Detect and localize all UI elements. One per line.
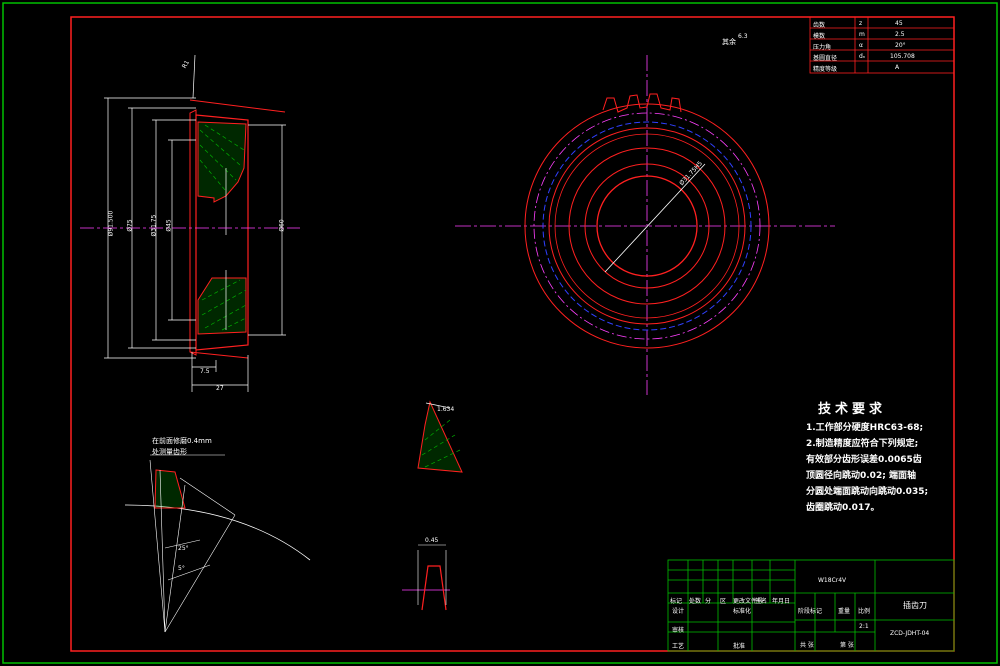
tb-material: W18Cr4V — [818, 577, 847, 584]
param-sym-1: z — [859, 20, 863, 27]
tb-h4: 区 — [720, 598, 727, 605]
tb-h3: 分 — [705, 598, 712, 605]
tb-part-name: 插齿刀 — [903, 601, 927, 610]
dim-ang: 25° — [178, 545, 189, 552]
param-name-4: 基圆直径 — [813, 55, 838, 62]
dim-d2: Ø75 — [126, 219, 134, 232]
dim-d1: Ø91.500 — [107, 210, 115, 237]
tb-h7: 年月日 — [772, 598, 791, 605]
param-sym-4: dₙ — [859, 53, 866, 60]
tech-req-line-2: 2.制造精度应符合下列规定; — [806, 439, 919, 449]
dim-d4: Ø45 — [165, 219, 173, 232]
param-name-5: 精度等级 — [813, 66, 838, 73]
param-sym-3: α — [859, 42, 863, 49]
tb-standard: 标准化 — [733, 608, 752, 615]
param-sym-2: m — [859, 31, 865, 38]
param-name-2: 模数 — [813, 33, 826, 40]
roughness-other: 其余 — [722, 38, 736, 46]
tb-total: 共 张 — [800, 642, 814, 649]
tech-req-line-1: 1.工作部分硬度HRC63-68; — [806, 423, 924, 433]
tb-h2: 处数 — [689, 598, 702, 605]
tb-drawing-no: ZCD-JDHT-04 — [890, 630, 930, 637]
param-name-3: 压力角 — [813, 44, 832, 51]
tb-stage: 阶段标记 — [798, 608, 823, 615]
tb-ratio: 比例 — [858, 608, 871, 615]
section-note-1: 在前面修磨0.4mm — [152, 437, 212, 445]
dim-ang2: 5° — [178, 565, 185, 572]
tb-process: 工艺 — [672, 643, 685, 650]
tech-req-title: 技术要求 — [818, 402, 887, 417]
tb-sheet: 第 张 — [840, 642, 854, 649]
param-val-4: 105.708 — [890, 53, 915, 60]
drawing-canvas — [2, 2, 998, 664]
dim-d5: Ø60 — [278, 219, 286, 232]
dim-w2: 7.5 — [200, 368, 210, 375]
front-view — [455, 55, 835, 395]
param-val-5: A — [895, 64, 900, 71]
layout-sketch — [124, 454, 311, 633]
tb-h6: 签名 — [755, 598, 768, 605]
dim-tooth: 1.634 — [437, 406, 455, 413]
param-val-3: 20° — [895, 42, 906, 49]
tech-req-line-5: 分圆处端面跳动向跳动0.035; — [806, 487, 929, 497]
tb-review: 审核 — [672, 627, 685, 634]
tb-approve: 批准 — [733, 643, 746, 650]
param-name-1: 齿数 — [813, 22, 826, 29]
tb-h1: 标记 — [670, 598, 683, 605]
tooth-profile — [402, 544, 450, 611]
param-val-2: 2.5 — [895, 31, 905, 38]
tech-req-line-4: 顶圆径向跳动0.02; 端面轴 — [806, 471, 916, 481]
tb-scale: 2:1 — [859, 623, 869, 630]
section-note-2: 处测量齿形 — [152, 448, 187, 456]
tech-req-line-6: 齿圈跳动0.017。 — [806, 503, 880, 513]
dim-slot: 0.45 — [425, 537, 439, 544]
dim-d3: Ø31.75 — [150, 214, 158, 237]
outer-border — [2, 2, 998, 664]
tb-design: 设计 — [672, 608, 685, 615]
param-val-1: 45 — [895, 20, 903, 27]
dim-w1: 27 — [216, 385, 224, 392]
tech-req-line-3: 有效部分齿形误差0.0065齿 — [806, 455, 922, 465]
roughness-value: 6.3 — [738, 33, 748, 40]
tb-weight: 重量 — [838, 608, 851, 615]
